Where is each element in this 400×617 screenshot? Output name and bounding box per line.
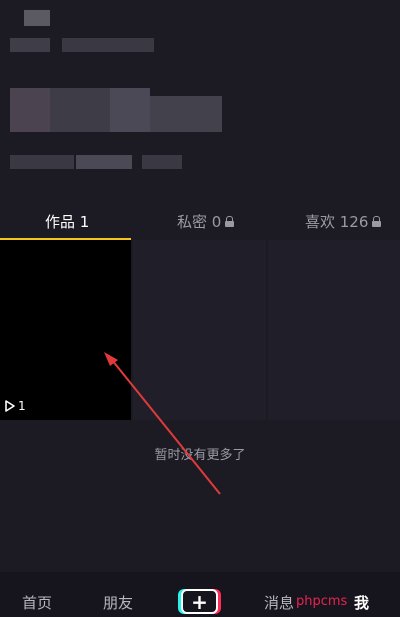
nav-me[interactable]: 我 <box>354 592 369 613</box>
tab-private-label: 私密 0 <box>177 213 222 231</box>
lock-icon <box>225 216 235 227</box>
tab-likes[interactable]: 喜欢 126 <box>305 211 382 232</box>
nav-friends[interactable]: 朋友 <box>103 592 133 613</box>
tab-private[interactable]: 私密 0 <box>177 211 235 232</box>
nav-messages[interactable]: 消息 <box>264 592 294 613</box>
empty-grid-cell <box>268 240 400 420</box>
lock-icon <box>372 216 382 227</box>
tab-likes-label: 喜欢 126 <box>305 213 369 231</box>
create-button[interactable]: + <box>181 589 218 614</box>
empty-grid-cell <box>133 240 266 420</box>
video-thumbnail[interactable]: 1 <box>0 240 131 420</box>
no-more-content-text: 暂时没有更多了 <box>154 448 246 463</box>
profile-header-blurred <box>0 0 400 205</box>
video-grid: 1 <box>0 240 400 420</box>
tab-works-label: 作品 1 <box>45 213 90 231</box>
play-count: 1 <box>4 399 26 413</box>
tab-works[interactable]: 作品 1 <box>45 211 89 232</box>
nav-home[interactable]: 首页 <box>22 592 52 613</box>
play-count-value: 1 <box>18 399 26 413</box>
profile-tabs: 作品 1 私密 0 喜欢 126 <box>0 205 400 238</box>
play-icon <box>5 400 15 412</box>
plus-icon: + <box>191 589 208 614</box>
watermark: phpcms <box>296 594 348 609</box>
